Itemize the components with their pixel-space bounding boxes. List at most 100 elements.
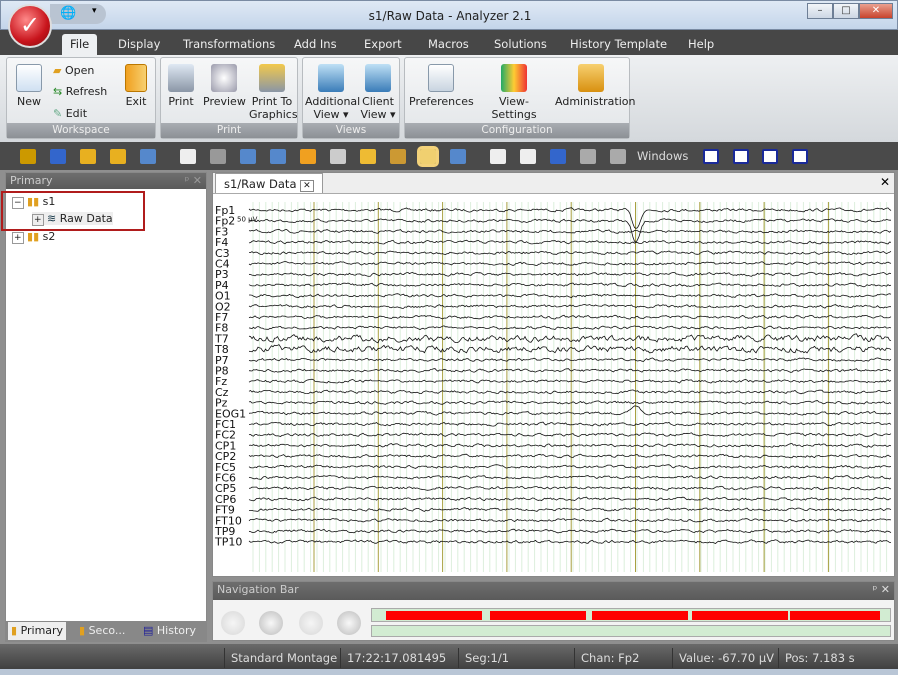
application-menu-button[interactable]: ✓ [8,4,52,48]
position-track[interactable] [371,625,891,637]
tab-macros[interactable]: Macros [420,34,477,55]
preferences-label: Preferences [409,95,474,108]
overlay-icon[interactable] [240,149,256,164]
ribbon: New ▰ Open ⇆ Refresh ✎ Edit Exit Workspa… [0,55,898,142]
tab-export[interactable]: Export [356,34,410,55]
panel-title: Primary [10,174,53,187]
eeg-trace [248,261,892,266]
eeg-trace [248,304,892,309]
edit-button[interactable]: ✎ Edit [53,107,87,120]
baseline-icon[interactable] [390,149,406,164]
document-tab[interactable]: s1/Raw Data ✕ [215,173,323,193]
tile-horizontal-icon[interactable] [762,149,778,164]
stack-icon[interactable] [270,149,286,164]
cascade-icon[interactable] [733,149,749,164]
refresh-label: Refresh [65,85,108,98]
folder-icon: ▮▮ [27,230,40,243]
exit-label: Exit [125,95,147,108]
grid-icon[interactable] [610,149,626,164]
exit-button[interactable]: Exit [121,64,151,108]
close-tab-icon[interactable]: ✕ [300,180,314,192]
minimize-button[interactable]: – [807,3,833,19]
play-button[interactable] [337,611,361,635]
preview-button[interactable]: Preview [203,64,246,108]
first-page-button[interactable] [221,611,245,635]
windows-label: Windows [637,149,689,163]
segment-track[interactable] [371,608,891,622]
preferences-button[interactable]: Preferences [409,64,474,108]
status-value: Value: -67.70 µV [672,648,780,668]
tab-history[interactable]: ▤ History [140,622,199,640]
zoom-in-icon[interactable] [80,149,96,164]
close-button[interactable]: ✕ [859,3,893,19]
new-window-icon[interactable] [703,149,719,164]
quick-access-toolbar[interactable]: 🌐 ▾ [50,4,106,24]
group-label: Configuration [405,123,629,138]
tab-primary[interactable]: ▮ Primary [8,622,67,640]
sg-icon[interactable] [210,149,226,164]
view-icon[interactable] [50,149,66,164]
down-arrow-icon[interactable] [300,149,316,164]
open-icon[interactable] [20,149,36,164]
tab-add-ins[interactable]: Add Ins [286,34,345,55]
tab-help[interactable]: Help [680,34,722,55]
disabled-icon[interactable] [580,149,596,164]
window-title: s1/Raw Data - Analyzer 2.1 [368,9,532,23]
back-button[interactable] [299,611,323,635]
tab-transformations[interactable]: Transformations [175,34,283,55]
customize-qat-icon[interactable]: ▾ [92,6,97,16]
previous-page-button[interactable] [259,611,283,635]
eeg-trace [248,496,892,502]
refresh-button[interactable]: ⇆ Refresh [53,85,107,98]
cursor-icon[interactable] [417,146,439,167]
view-settings-button[interactable]: View-Settings [477,64,551,121]
eeg-trace [248,239,892,245]
tile-vertical-icon[interactable] [792,149,808,164]
eeg-trace [248,368,892,373]
eeg-plot[interactable]: Fp1Fp2F3F4C3C4P3P4O1O2F7F8T7T8P7P8FzCzPz… [213,197,894,577]
expand-icon[interactable]: + [12,232,24,244]
tab-file[interactable]: File [62,34,98,55]
open-label: Open [64,64,95,77]
tree-node-s2[interactable]: + ▮▮ s2 [12,230,55,244]
client-view-button[interactable]: Client View ▾ [359,64,397,121]
zoom-out-icon[interactable] [110,149,126,164]
group-label: Workspace [7,123,155,138]
open-button[interactable]: ▰ Open [53,64,94,77]
print-to-graphics-button[interactable]: Print To Graphics [249,64,298,121]
eeg-trace [248,443,892,448]
eeg-trace [248,539,892,544]
pin-close-icons[interactable]: ᵖ ✕ [185,174,202,187]
folder-icon: ▮ [11,624,18,637]
globe-icon[interactable]: 🌐 [60,6,76,21]
scale-icon[interactable] [140,149,156,164]
m-icon[interactable] [520,149,536,164]
print-button[interactable]: Print [165,64,197,108]
title-bar: s1/Raw Data - Analyzer 2.1 – □ ✕ [0,0,898,30]
exit-door-icon [125,64,147,92]
preview-label: Preview [203,95,246,108]
up-arrow-icon[interactable] [330,149,346,164]
r-icon-2[interactable] [490,149,506,164]
new-button[interactable]: New [11,64,47,108]
r-icon[interactable] [180,149,196,164]
channel-icon[interactable] [450,149,466,164]
administration-button[interactable]: Administration [555,64,636,108]
tab-solutions[interactable]: Solutions [486,34,555,55]
tab-history-template[interactable]: History Template [562,34,675,55]
additional-view-button[interactable]: Additional View ▾ [305,64,360,121]
bookmark-icon[interactable] [550,149,566,164]
eeg-trace [248,314,892,320]
tab-secondary[interactable]: ▮ Seco... [76,622,128,640]
primary-panel: Primary ᵖ ✕ − ▮▮ s1 + ≋ Raw Data + ▮▮ s2 … [1,172,207,642]
navigation-bar-title: Navigation Bar [217,583,299,596]
eeg-trace [248,421,892,427]
marker-icon[interactable] [360,149,376,164]
close-view-icon[interactable]: ✕ [880,175,890,189]
scale-label: 50 µV [237,216,258,224]
pin-close-icons[interactable]: ᵖ ✕ [873,583,890,596]
raw-data-view: s1/Raw Data ✕ ✕ Fp1 Fp2 F3 F4 C3 C4 P3 P4 O1 O2 F7… [212,172,895,577]
maximize-button[interactable]: □ [833,3,859,19]
edit-icon: ✎ [53,107,63,120]
tab-display[interactable]: Display [110,34,168,55]
